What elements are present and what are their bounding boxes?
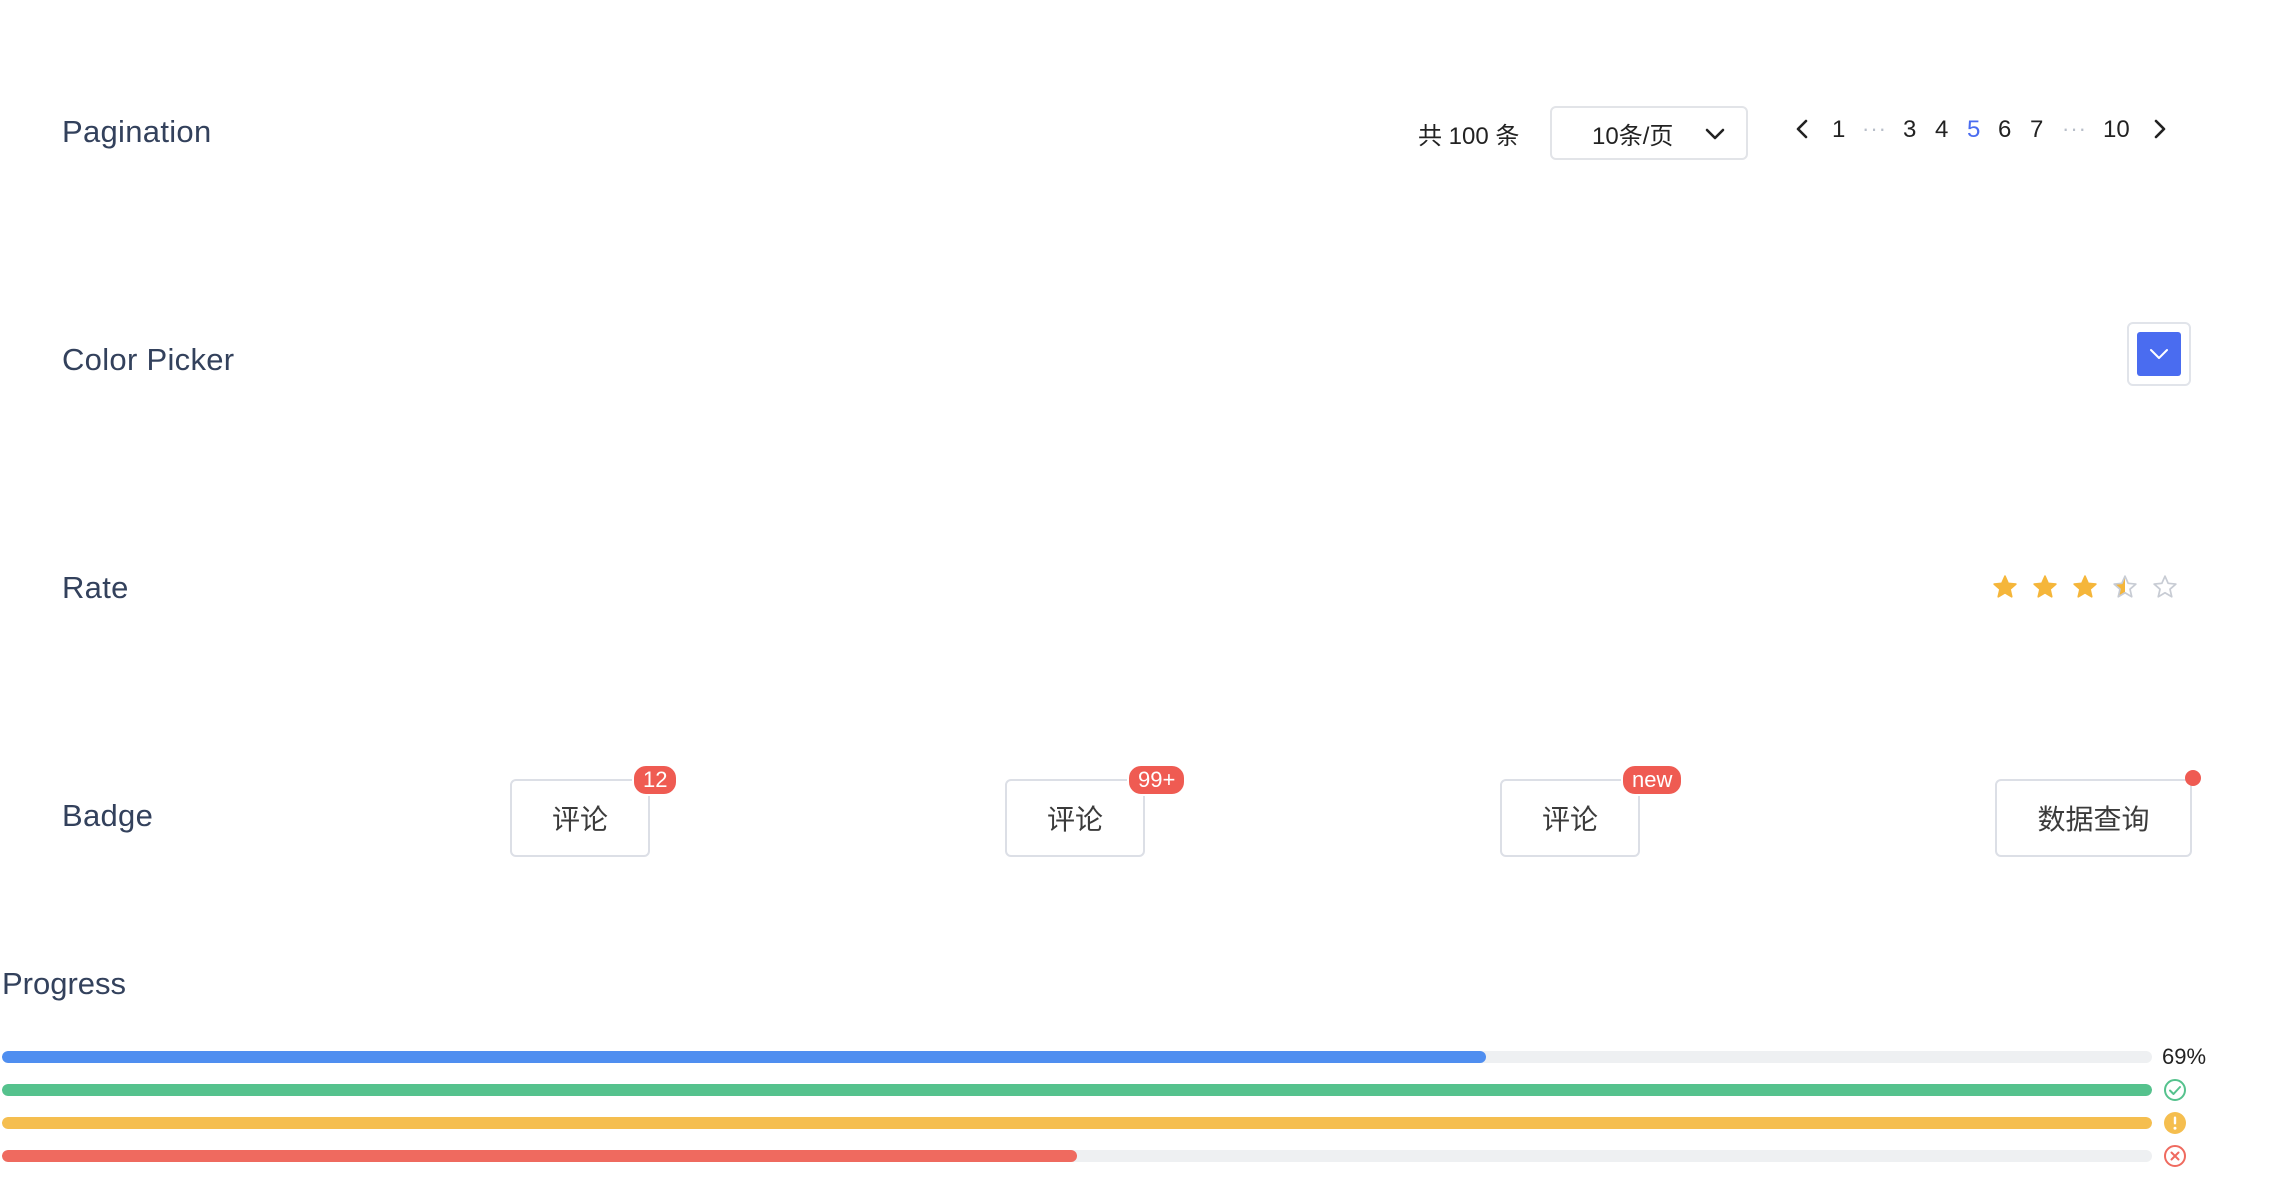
page-ellipsis-prev[interactable]: ··· xyxy=(1862,116,1887,142)
comment-button-label: 评论 xyxy=(551,803,608,836)
data-query-button-label: 数据查询 xyxy=(2037,803,2150,836)
chevron-down-icon xyxy=(1705,128,1725,140)
progress-fill xyxy=(2,1084,2152,1096)
data-query-button[interactable]: 数据查询 xyxy=(1995,779,2192,857)
page-4[interactable]: 4 xyxy=(1935,116,1948,144)
chevron-down-icon xyxy=(2150,349,2168,359)
page-3[interactable]: 3 xyxy=(1903,116,1916,144)
error-icon xyxy=(2164,1145,2186,1167)
prev-page-icon[interactable] xyxy=(1792,118,1814,140)
page-5-current[interactable]: 5 xyxy=(1967,116,1980,144)
progress-bar xyxy=(2,1084,2152,1096)
page-10[interactable]: 10 xyxy=(2103,116,2130,144)
color-picker-trigger[interactable] xyxy=(2127,322,2191,386)
page-6[interactable]: 6 xyxy=(1998,116,2011,144)
progress-percent: 69% xyxy=(2162,1044,2207,1069)
star-half-icon[interactable] xyxy=(2112,574,2138,600)
star-full-icon[interactable] xyxy=(2072,574,2098,600)
progress-label: Progress xyxy=(2,966,127,1001)
comment-button[interactable]: 评论 xyxy=(1005,779,1145,857)
progress-fill xyxy=(2,1051,1486,1063)
page-1[interactable]: 1 xyxy=(1832,116,1845,144)
progress-bar xyxy=(2,1051,2152,1063)
comment-button-label: 评论 xyxy=(1541,803,1598,836)
next-page-icon[interactable] xyxy=(2148,118,2170,140)
pagination-total: 共 100 条 xyxy=(1418,123,1520,150)
badge-count: 99+ xyxy=(1127,764,1187,796)
warning-icon xyxy=(2164,1112,2186,1134)
progress-fill xyxy=(2,1150,1077,1162)
pagination-label: Pagination xyxy=(62,114,212,149)
progress-bar xyxy=(2,1117,2152,1129)
badge-count: 12 xyxy=(632,764,679,796)
comment-button-label: 评论 xyxy=(1046,803,1103,836)
badge-count: new xyxy=(1621,764,1684,796)
badge-label: Badge xyxy=(62,798,154,833)
color-picker-label: Color Picker xyxy=(62,342,235,377)
color-swatch xyxy=(2137,332,2181,376)
page-7[interactable]: 7 xyxy=(2030,116,2043,144)
page-size-select[interactable]: 10条/页 xyxy=(1550,106,1748,160)
badge-dot xyxy=(2185,770,2201,786)
star-full-icon[interactable] xyxy=(2032,574,2058,600)
comment-button[interactable]: 评论 xyxy=(1500,779,1640,857)
progress-bar xyxy=(2,1150,2152,1162)
progress-fill xyxy=(2,1117,2152,1129)
success-icon xyxy=(2164,1079,2186,1101)
page-size-value: 10条/页 xyxy=(1592,122,1674,150)
star-full-icon[interactable] xyxy=(1992,574,2018,600)
page-ellipsis-next[interactable]: ··· xyxy=(2062,116,2087,142)
comment-button[interactable]: 评论 xyxy=(510,779,650,857)
star-empty-icon[interactable] xyxy=(2152,574,2178,600)
rate-label: Rate xyxy=(62,570,129,605)
